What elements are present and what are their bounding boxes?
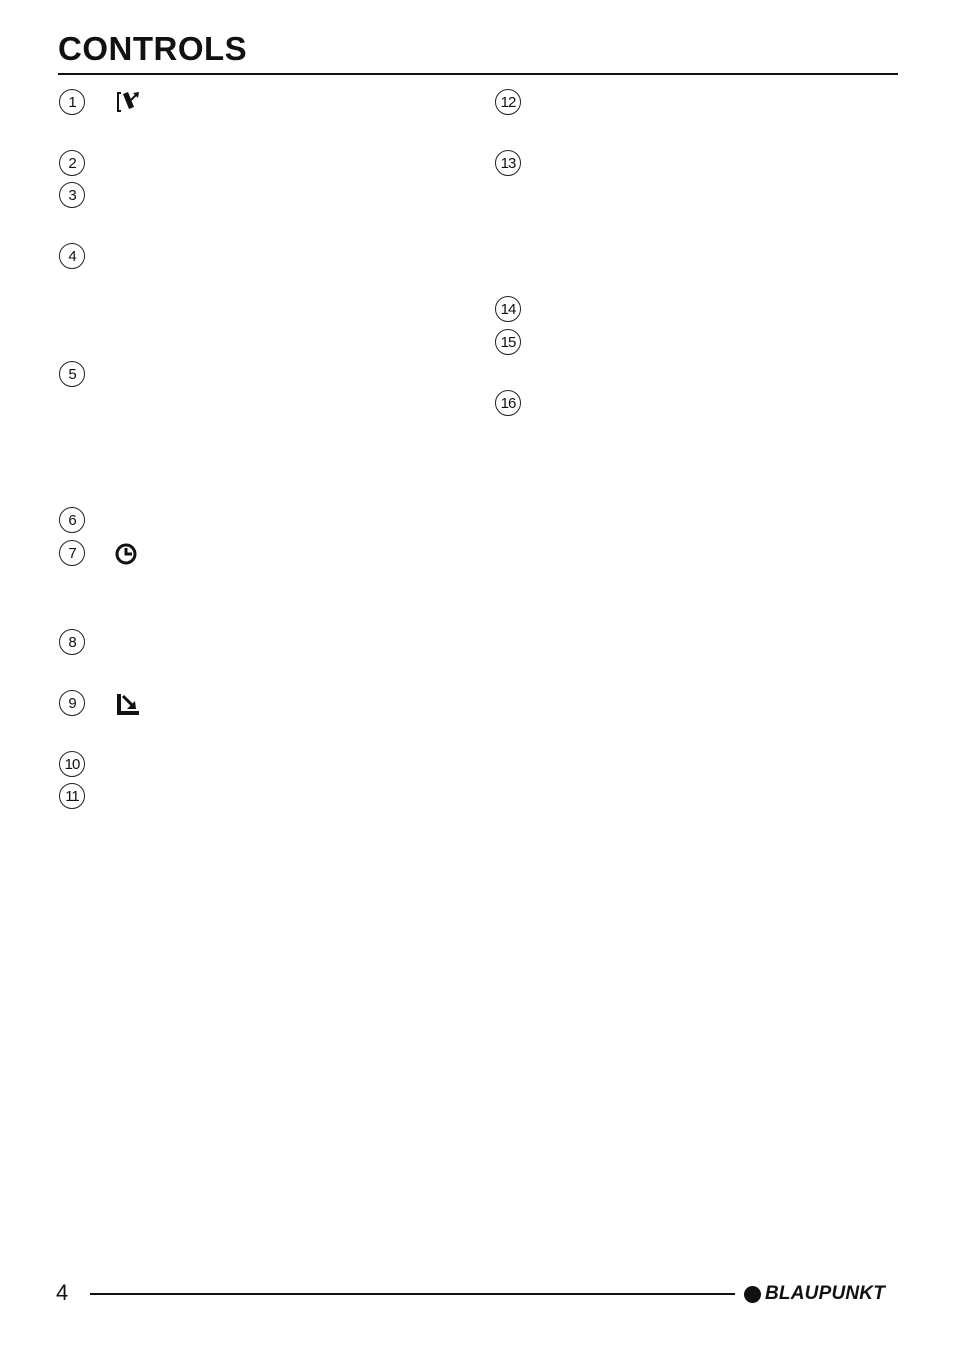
footer-rule — [90, 1293, 735, 1295]
callout-12: 12 — [495, 89, 521, 115]
callout-13: 13 — [495, 150, 521, 176]
callout-6: 6 — [59, 507, 85, 533]
callout-2: 2 — [59, 150, 85, 176]
callout-9: 9 — [59, 690, 85, 716]
clock-icon — [115, 543, 137, 565]
callout-5: 5 — [59, 361, 85, 387]
release-panel-icon — [117, 92, 139, 112]
page-number: 4 — [56, 1280, 69, 1305]
brand-name: BLAUPUNKT — [765, 1283, 886, 1304]
callout-16: 16 — [495, 390, 521, 416]
callout-3: 3 — [59, 182, 85, 208]
callout-7: 7 — [59, 540, 85, 566]
callout-15: 15 — [495, 329, 521, 355]
callout-4: 4 — [59, 243, 85, 269]
brand-logo: BLAUPUNKT — [744, 1283, 885, 1305]
callout-10: 10 — [59, 751, 85, 777]
page-title: CONTROLS — [58, 30, 248, 67]
callout-1: 1 — [59, 89, 85, 115]
callout-14: 14 — [495, 296, 521, 322]
title-underline — [58, 73, 898, 75]
eject-icon — [117, 694, 139, 715]
callout-8: 8 — [59, 629, 85, 655]
callout-11: 11 — [59, 783, 85, 809]
logo-dot-icon — [744, 1285, 761, 1303]
